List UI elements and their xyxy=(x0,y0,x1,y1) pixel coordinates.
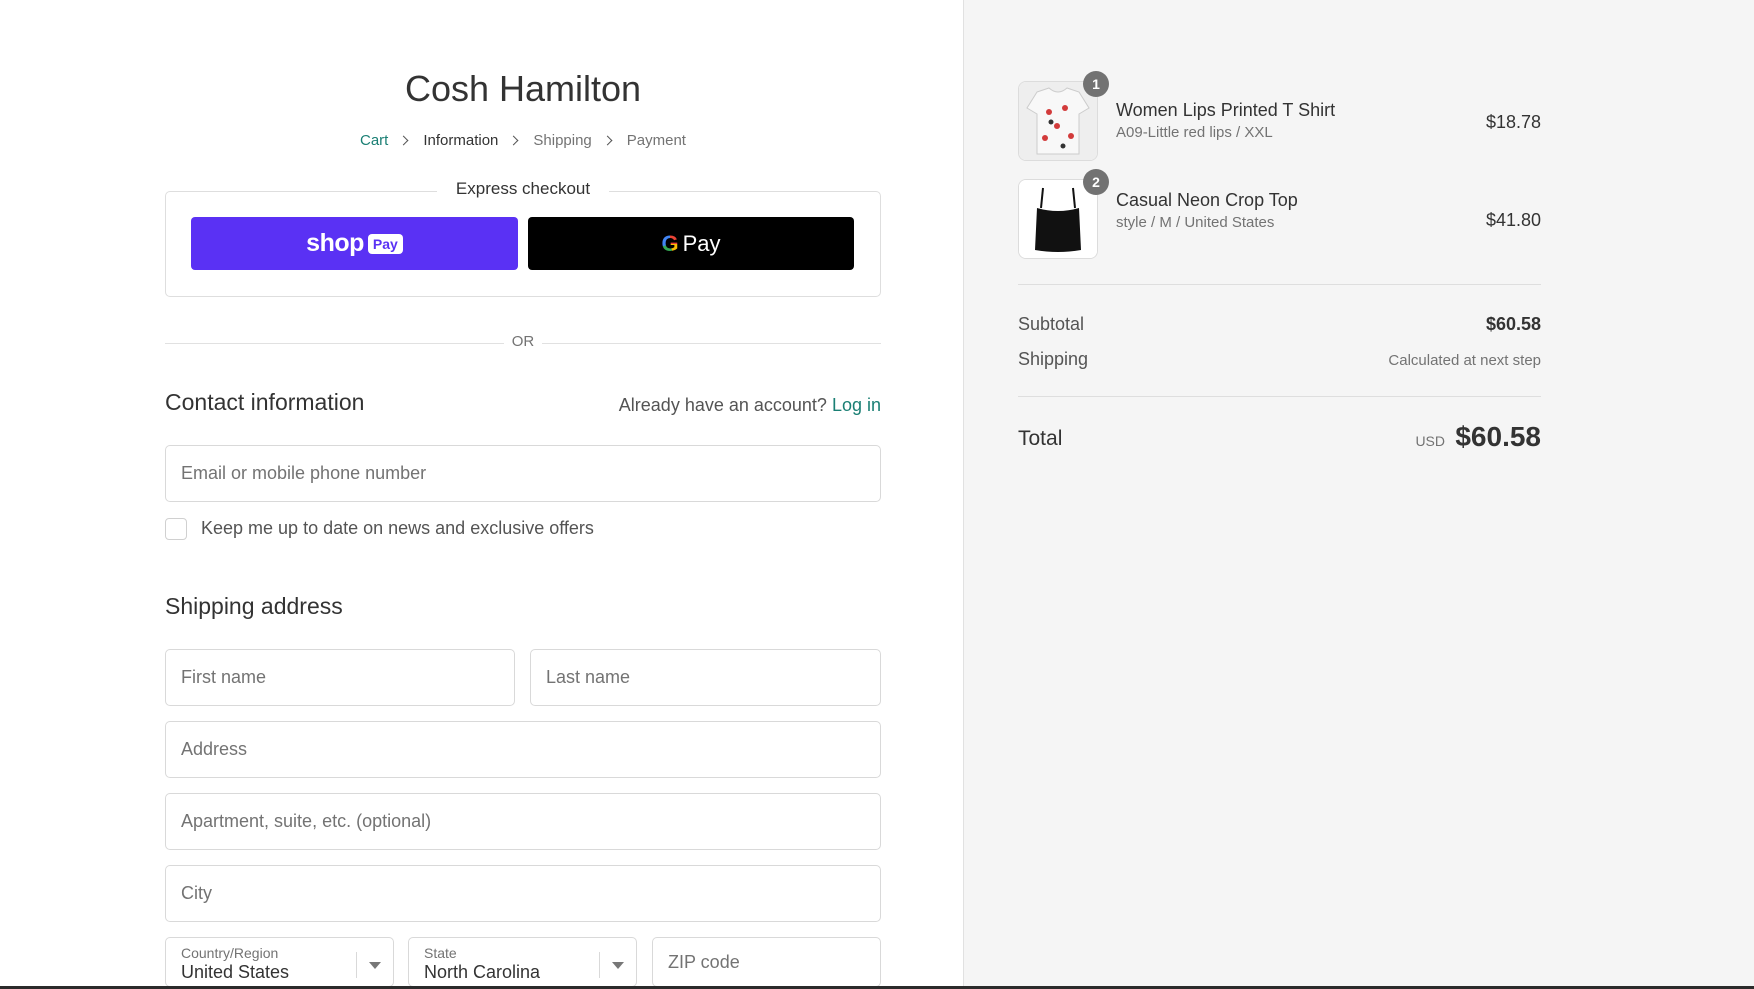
state-select[interactable]: State North Carolina xyxy=(408,937,637,987)
product-variant: A09-Little red lips / XXL xyxy=(1116,124,1273,141)
first-name-field[interactable]: First name xyxy=(165,649,515,706)
subtotal-label: Subtotal xyxy=(1018,314,1085,334)
email-placeholder: Email or mobile phone number xyxy=(181,463,427,483)
contact-heading: Contact information xyxy=(165,389,365,415)
product-thumbnail: 1 xyxy=(1018,71,1109,161)
product-price: $18.78 xyxy=(1485,112,1541,132)
summary-divider xyxy=(1018,284,1541,285)
address-field[interactable]: Address xyxy=(165,721,881,778)
last-name-placeholder: Last name xyxy=(546,667,631,687)
country-value: United States xyxy=(181,962,290,982)
google-pay-button[interactable]: G Pay xyxy=(528,217,854,270)
google-pay-label: Pay xyxy=(682,230,721,256)
store-title[interactable]: Cosh Hamilton xyxy=(165,68,881,110)
account-prompt: Already have an account? Log in xyxy=(560,395,881,416)
select-divider xyxy=(356,952,357,978)
state-label: State xyxy=(424,945,457,961)
zip-placeholder: ZIP code xyxy=(668,951,740,972)
first-name-placeholder: First name xyxy=(181,667,267,687)
apartment-field[interactable]: Apartment, suite, etc. (optional) xyxy=(165,793,881,850)
product-name: Casual Neon Crop Top xyxy=(1116,190,1298,210)
apartment-placeholder: Apartment, suite, etc. (optional) xyxy=(181,811,432,831)
product-thumbnail: 2 xyxy=(1018,169,1109,259)
breadcrumb-shipping: Shipping xyxy=(533,132,592,149)
country-select[interactable]: Country/Region United States xyxy=(165,937,394,987)
tshirt-image-icon xyxy=(1019,82,1097,160)
product-price: $41.80 xyxy=(1485,210,1541,230)
city-field[interactable]: City xyxy=(165,865,881,922)
zip-field[interactable]: ZIP code xyxy=(652,937,881,987)
google-g-icon: G xyxy=(661,230,679,256)
breadcrumb-cart-link[interactable]: Cart xyxy=(360,132,388,149)
express-checkout-title: Express checkout xyxy=(437,179,609,199)
login-link[interactable]: Log in xyxy=(832,395,881,415)
breadcrumb-information: Information xyxy=(423,132,499,149)
shipping-value: Calculated at next step xyxy=(1388,352,1541,369)
city-placeholder: City xyxy=(181,883,212,903)
chevron-right-icon xyxy=(602,135,613,146)
select-divider xyxy=(599,952,600,978)
summary-divider xyxy=(1018,396,1541,397)
email-field[interactable]: Email or mobile phone number xyxy=(165,445,881,502)
shop-pay-pill: Pay xyxy=(367,233,403,254)
quantity-badge: 1 xyxy=(1083,71,1109,97)
shop-pay-button[interactable]: shop Pay xyxy=(191,217,518,270)
newsletter-label[interactable]: Keep me up to date on news and exclusive… xyxy=(201,518,594,539)
product-name: Women Lips Printed T Shirt xyxy=(1116,100,1336,120)
or-divider-text: OR xyxy=(504,333,542,350)
newsletter-checkbox[interactable] xyxy=(165,518,187,540)
total-label: Total xyxy=(1018,427,1063,450)
chevron-down-icon xyxy=(369,962,381,969)
breadcrumb: Cart Information Shipping Payment xyxy=(165,132,881,149)
total-currency: USD xyxy=(1415,433,1445,449)
last-name-field[interactable]: Last name xyxy=(530,649,881,706)
state-value: North Carolina xyxy=(424,962,541,982)
country-label: Country/Region xyxy=(181,945,279,961)
address-placeholder: Address xyxy=(181,739,248,759)
shipping-heading: Shipping address xyxy=(165,593,343,619)
quantity-badge: 2 xyxy=(1083,169,1109,195)
shop-pay-logo-text: shop xyxy=(306,229,364,257)
chevron-right-icon xyxy=(398,135,409,146)
total-value: $60.58 xyxy=(1455,421,1541,452)
account-prompt-text: Already have an account? xyxy=(618,395,827,415)
product-variant: style / M / United States xyxy=(1116,214,1275,231)
breadcrumb-payment: Payment xyxy=(626,132,686,149)
chevron-right-icon xyxy=(508,135,519,146)
chevron-down-icon xyxy=(612,962,624,969)
crop-top-image-icon xyxy=(1019,180,1097,258)
subtotal-value: $60.58 xyxy=(1485,314,1541,334)
shipping-label: Shipping xyxy=(1018,349,1089,369)
